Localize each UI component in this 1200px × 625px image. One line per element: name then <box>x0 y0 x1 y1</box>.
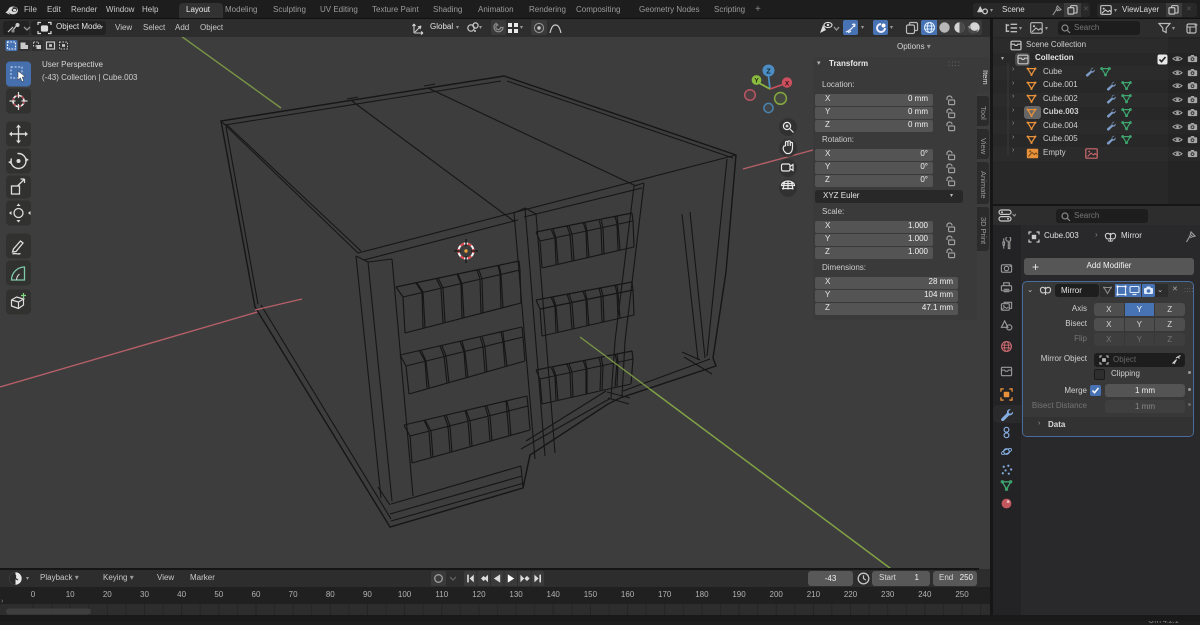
svg-text:Z: Z <box>766 69 771 76</box>
svg-text:Y: Y <box>754 78 759 85</box>
svg-text:X: X <box>785 81 790 88</box>
